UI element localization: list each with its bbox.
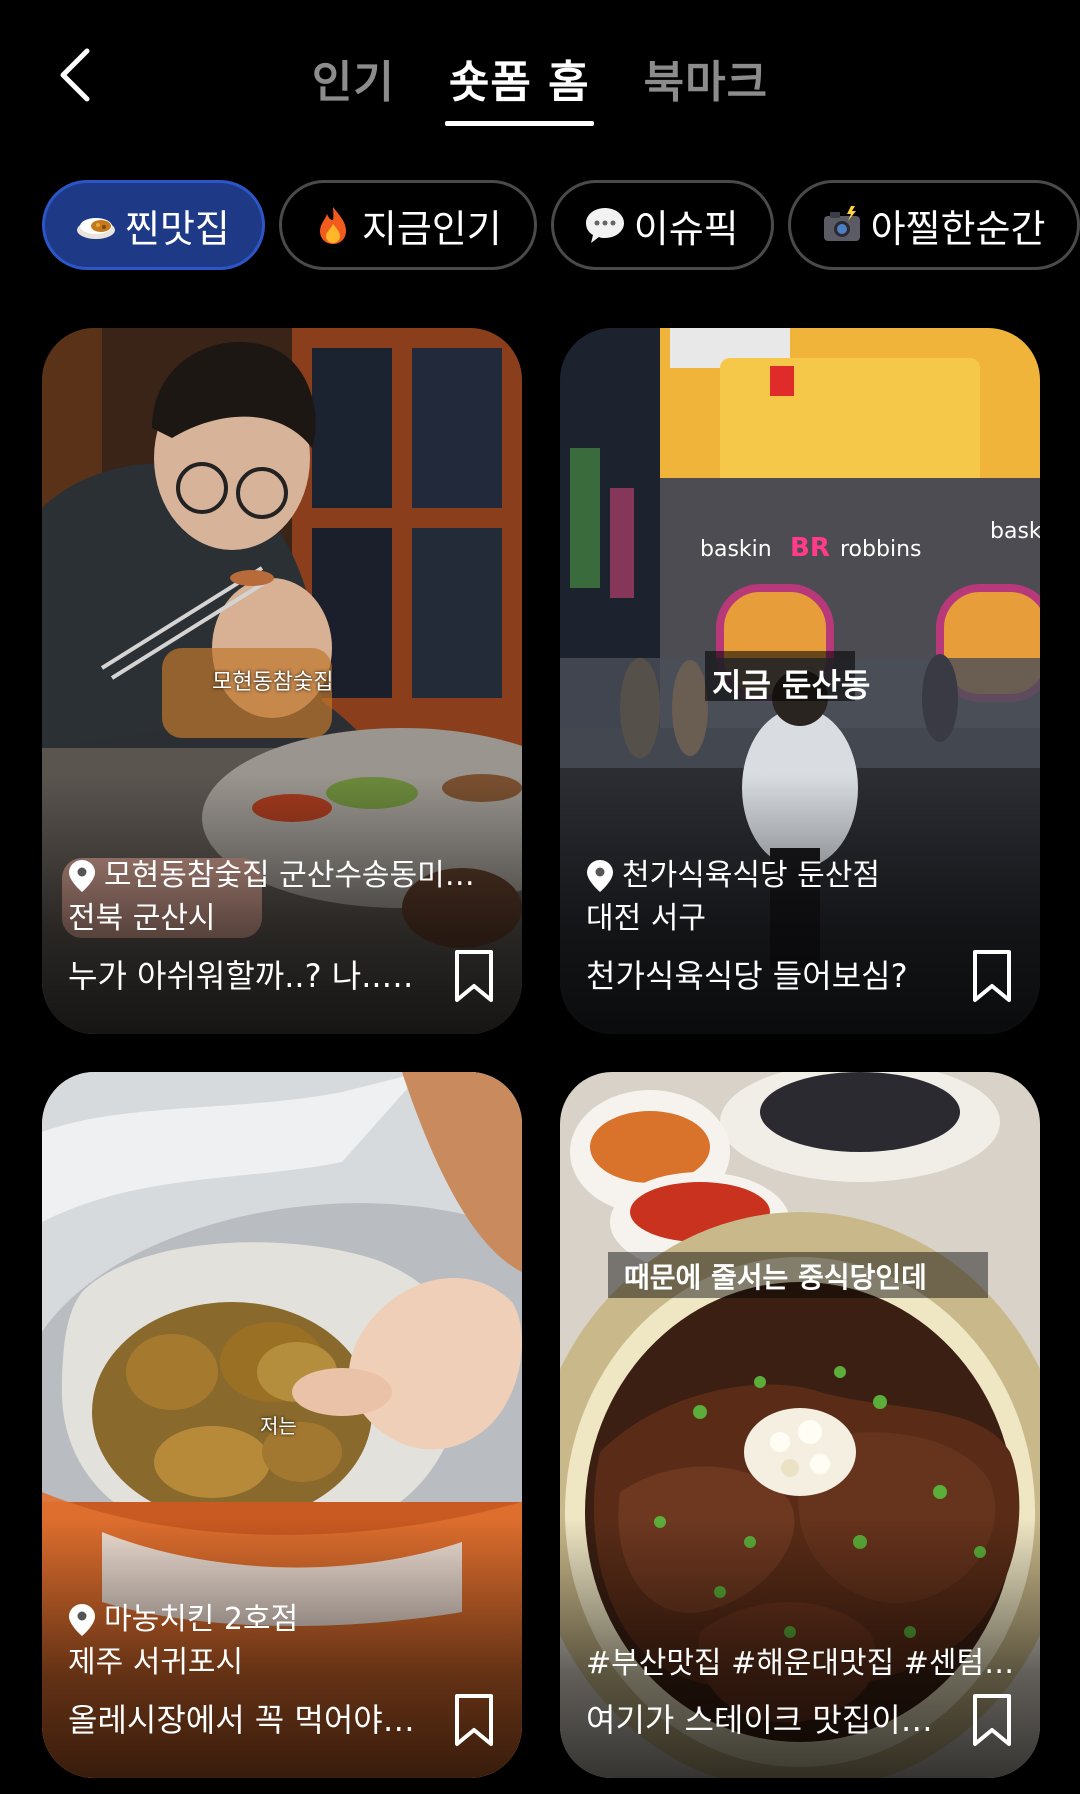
chip-label: 찐맛집 (125, 206, 230, 251)
video-caption: 때문에 줄서는 중식당인데 (624, 1261, 927, 1294)
place-row: 마농치킨 2호점 (68, 1600, 496, 1640)
video-caption: 지금 둔산동 (712, 666, 871, 704)
tab-popular[interactable]: 인기 (308, 38, 399, 126)
video-caption: 모현동참숯집 (212, 670, 334, 695)
tab-bar: 인기 숏폼 홈 북마크 (0, 38, 1080, 126)
card-info: #부산맛집 #해운대맛집 #센텀… 여기가 스테이크 맛집이… (586, 1644, 1014, 1748)
fire-icon (319, 207, 346, 244)
place-name: 모현동참숯집 군산수송동미… (104, 858, 475, 893)
shortform-card[interactable]: 모현동참숯집 모현동참숯집 군산수송동미… 전북 군산시 누가 아쉬워할까..?… (42, 328, 522, 1034)
card-info: 마농치킨 2호점 제주 서귀포시 올레시장에서 꼭 먹어야… (68, 1600, 496, 1748)
video-title: 올레시장에서 꼭 먹어야… (68, 1701, 415, 1739)
title-row: 올레시장에서 꼭 먹어야… (68, 1692, 496, 1748)
video-caption: 저는 (260, 1414, 297, 1438)
chip-thrilling-moment[interactable]: 아찔한순간 (787, 180, 1080, 270)
tab-shortform-home[interactable]: 숏폼 홈 (444, 38, 594, 126)
location-pin-icon (587, 860, 613, 892)
bookmark-icon[interactable] (452, 1692, 496, 1748)
region-text: 제주 서귀포시 (68, 1645, 244, 1680)
region-text: 대전 서구 (586, 901, 706, 936)
video-title: 천가식육식당 들어보심? (586, 957, 908, 995)
place-name: 마농치킨 2호점 (104, 1602, 299, 1637)
chip-label: 아찔한순간 (870, 206, 1046, 251)
chip-real-restaurants[interactable]: 찐맛집 (42, 180, 265, 270)
category-chips: 찐맛집 지금인기 이슈픽 아찔한순간 (42, 180, 1080, 276)
bookmark-icon[interactable] (970, 948, 1014, 1004)
title-row: 여기가 스테이크 맛집이… (586, 1692, 1014, 1748)
speech-bubble-icon (585, 208, 624, 243)
shortform-card[interactable]: baskin BR robbins bask 지금 둔산동 천가식육식당 둔산점… (560, 328, 1040, 1034)
shortform-card[interactable]: 때문에 줄서는 중식당인데 #부산맛집 #해운대맛집 #센텀… 여기가 스테이크… (560, 1072, 1040, 1778)
region-text: 전북 군산시 (68, 901, 216, 936)
card-info: 천가식육식당 둔산점 대전 서구 천가식육식당 들어보심? (586, 856, 1014, 1004)
title-row: 누가 아쉬워할까..? 나..… (68, 948, 496, 1004)
top-header: 인기 숏폼 홈 북마크 (0, 0, 1080, 150)
title-row: 천가식육식당 들어보심? (586, 948, 1014, 1004)
svg-text:BR: BR (790, 533, 830, 563)
place-row: 모현동참숯집 군산수송동미… (68, 856, 496, 896)
card-info: 모현동참숯집 군산수송동미… 전북 군산시 누가 아쉬워할까..? 나..… (68, 856, 496, 1004)
chip-issue-pick[interactable]: 이슈픽 (550, 180, 774, 270)
curry-rice-icon (77, 218, 115, 239)
video-title: 누가 아쉬워할까..? 나..… (68, 957, 414, 995)
place-row: 천가식육식당 둔산점 (586, 856, 1014, 896)
bookmark-icon[interactable] (970, 1692, 1014, 1748)
location-pin-icon (69, 1604, 95, 1636)
chip-label: 이슈픽 (633, 206, 739, 251)
shortform-card[interactable]: 저는 마농치킨 2호점 제주 서귀포시 올레시장에서 꼭 먹어야… (42, 1072, 522, 1778)
bookmark-icon[interactable] (452, 948, 496, 1004)
chip-label: 지금인기 (361, 206, 502, 251)
svg-text:bask: bask (990, 519, 1040, 544)
place-name: 천가식육식당 둔산점 (622, 858, 880, 893)
svg-text:baskin: baskin (700, 537, 772, 562)
video-title: 여기가 스테이크 맛집이… (586, 1701, 933, 1739)
location-pin-icon (69, 860, 95, 892)
hashtag-row: #부산맛집 #해운대맛집 #센텀… (586, 1646, 1014, 1681)
chip-trending-now[interactable]: 지금인기 (278, 180, 537, 270)
camera-flash-icon (823, 206, 860, 241)
svg-text:robbins: robbins (840, 537, 921, 562)
tab-bookmark[interactable]: 북마크 (640, 38, 772, 126)
